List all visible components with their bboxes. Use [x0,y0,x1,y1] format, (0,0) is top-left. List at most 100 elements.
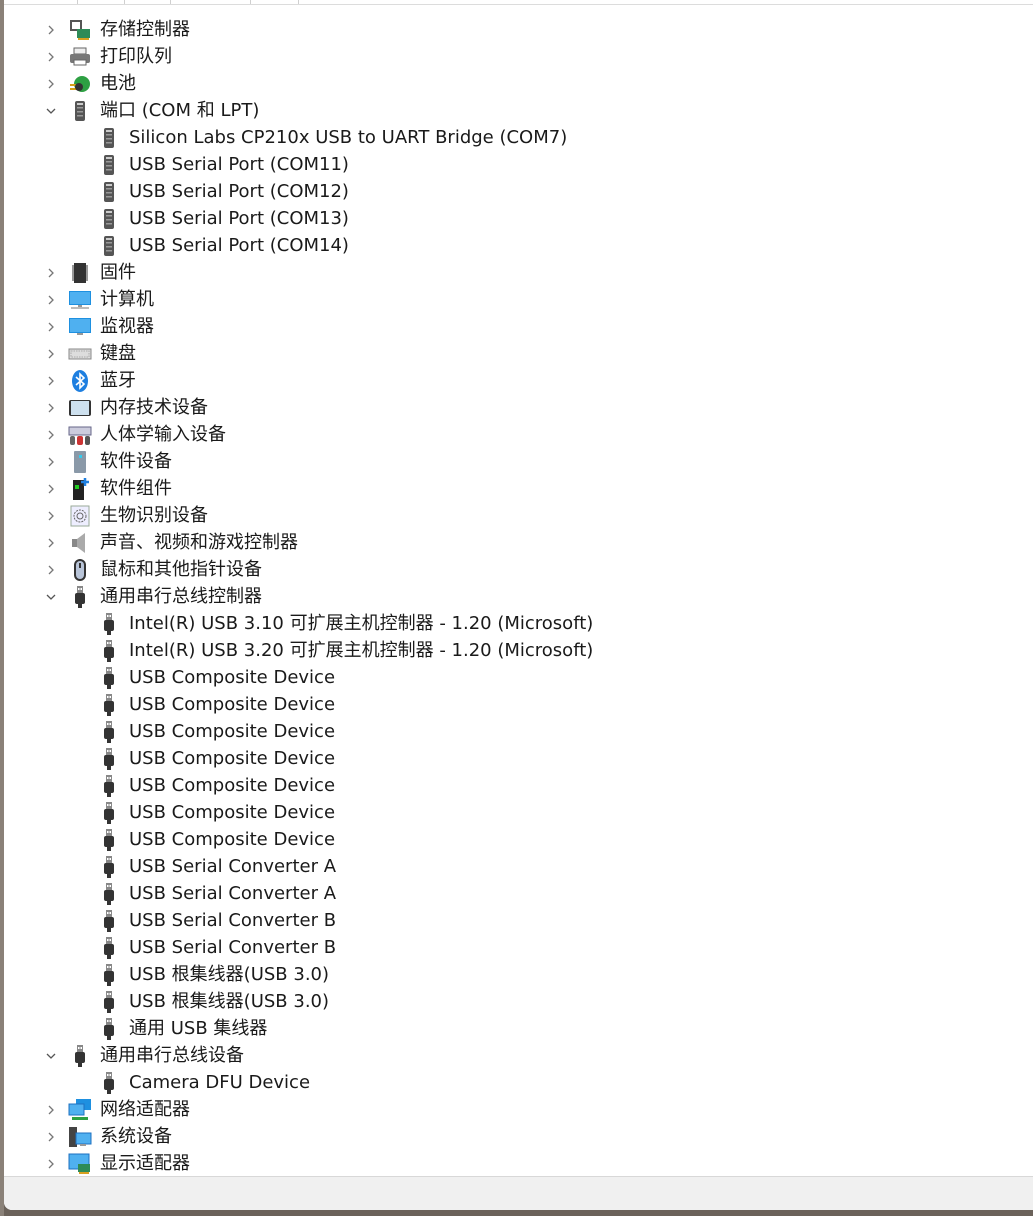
tree-item-label[interactable]: 软件设备 [100,451,172,473]
tree-device[interactable]: USB Serial Port (COM13) [4,206,1033,233]
tree-category[interactable]: 声音、视频和游戏控制器 [4,530,1033,557]
tree-item-label[interactable]: USB Composite Device [129,667,335,689]
tree-item-label[interactable]: USB Composite Device [129,694,335,716]
tree-device[interactable]: Intel(R) USB 3.10 可扩展主机控制器 - 1.20 (Micro… [4,611,1033,638]
tree-item-label[interactable]: 人体学输入设备 [100,424,226,446]
tree-item-label[interactable]: USB 根集线器(USB 3.0) [129,991,329,1013]
chevron-right-icon[interactable] [44,563,58,577]
tree-item-label[interactable]: USB Serial Port (COM12) [129,181,349,203]
chevron-right-icon[interactable] [44,50,58,64]
tree-device[interactable]: USB Composite Device [4,827,1033,854]
tree-device[interactable]: USB Composite Device [4,800,1033,827]
tree-category[interactable]: 端口 (COM 和 LPT) [4,98,1033,125]
chevron-right-icon[interactable] [44,77,58,91]
tree-category[interactable]: 网络适配器 [4,1097,1033,1124]
tree-item-label[interactable]: USB Serial Port (COM11) [129,154,349,176]
tree-device[interactable]: 通用 USB 集线器 [4,1016,1033,1043]
tree-item-label[interactable]: Intel(R) USB 3.10 可扩展主机控制器 - 1.20 (Micro… [129,613,593,635]
tree-item-label[interactable]: USB Serial Port (COM14) [129,235,349,257]
tree-device[interactable]: USB Serial Port (COM14) [4,233,1033,260]
chevron-right-icon[interactable] [44,347,58,361]
chevron-right-icon[interactable] [44,320,58,334]
chevron-right-icon[interactable] [44,482,58,496]
tree-category[interactable]: 蓝牙 [4,368,1033,395]
tree-category[interactable]: 固件 [4,260,1033,287]
tree-device[interactable]: USB 根集线器(USB 3.0) [4,962,1033,989]
tree-device[interactable]: USB Serial Converter A [4,881,1033,908]
tree-device[interactable]: Intel(R) USB 3.20 可扩展主机控制器 - 1.20 (Micro… [4,638,1033,665]
tree-item-label[interactable]: 端口 (COM 和 LPT) [100,100,259,122]
tree-item-label[interactable]: USB Composite Device [129,721,335,743]
tree-item-label[interactable]: 系统设备 [100,1126,172,1148]
chevron-right-icon[interactable] [44,23,58,37]
tree-item-label[interactable]: 显示适配器 [100,1153,190,1175]
tree-device[interactable]: USB Serial Converter A [4,854,1033,881]
tree-category[interactable]: 计算机 [4,287,1033,314]
tree-item-label[interactable]: USB Composite Device [129,802,335,824]
tree-device[interactable]: USB Composite Device [4,719,1033,746]
chevron-right-icon[interactable] [44,428,58,442]
tree-category[interactable]: 显示适配器 [4,1151,1033,1178]
tree-category[interactable]: 软件组件 [4,476,1033,503]
tree-item-label[interactable]: USB Serial Converter A [129,883,336,905]
tree-item-label[interactable]: USB Serial Port (COM13) [129,208,349,230]
tree-item-label[interactable]: USB Serial Converter B [129,937,336,959]
tree-category[interactable]: 通用串行总线控制器 [4,584,1033,611]
chevron-right-icon[interactable] [44,1130,58,1144]
chevron-right-icon[interactable] [44,536,58,550]
tree-item-label[interactable]: 通用 USB 集线器 [129,1018,267,1040]
chevron-right-icon[interactable] [44,509,58,523]
column-divider[interactable] [77,0,78,4]
tree-category[interactable]: 监视器 [4,314,1033,341]
chevron-right-icon[interactable] [44,293,58,307]
tree-category[interactable]: 键盘 [4,341,1033,368]
tree-item-label[interactable]: USB Composite Device [129,775,335,797]
tree-category[interactable]: 系统设备 [4,1124,1033,1151]
tree-category[interactable]: 存储控制器 [4,17,1033,44]
tree-category[interactable]: 人体学输入设备 [4,422,1033,449]
tree-category[interactable]: 通用串行总线设备 [4,1043,1033,1070]
column-divider[interactable] [298,0,299,4]
tree-item-label[interactable]: 固件 [100,262,136,284]
tree-category[interactable]: 内存技术设备 [4,395,1033,422]
tree-device[interactable]: Camera DFU Device [4,1070,1033,1097]
tree-device[interactable]: USB 根集线器(USB 3.0) [4,989,1033,1016]
tree-item-label[interactable]: 网络适配器 [100,1099,190,1121]
tree-item-label[interactable]: 计算机 [100,289,154,311]
tree-device[interactable]: USB Composite Device [4,773,1033,800]
tree-category[interactable]: 打印队列 [4,44,1033,71]
tree-device[interactable]: USB Serial Converter B [4,908,1033,935]
chevron-right-icon[interactable] [44,1157,58,1171]
tree-category[interactable]: 生物识别设备 [4,503,1033,530]
tree-item-label[interactable]: USB Serial Converter A [129,856,336,878]
tree-item-label[interactable]: 监视器 [100,316,154,338]
tree-item-label[interactable]: 生物识别设备 [100,505,208,527]
tree-item-label[interactable]: 内存技术设备 [100,397,208,419]
tree-device[interactable]: USB Composite Device [4,665,1033,692]
chevron-down-icon[interactable] [44,1049,58,1063]
chevron-right-icon[interactable] [44,1103,58,1117]
tree-item-label[interactable]: USB Serial Converter B [129,910,336,932]
tree-item-label[interactable]: 软件组件 [100,478,172,500]
tree-item-label[interactable]: Intel(R) USB 3.20 可扩展主机控制器 - 1.20 (Micro… [129,640,593,662]
tree-item-label[interactable]: 通用串行总线设备 [100,1045,244,1067]
tree-category[interactable]: 软件设备 [4,449,1033,476]
tree-item-label[interactable]: 鼠标和其他指针设备 [100,559,262,581]
tree-device[interactable]: USB Composite Device [4,746,1033,773]
chevron-right-icon[interactable] [44,401,58,415]
tree-device[interactable]: Silicon Labs CP210x USB to UART Bridge (… [4,125,1033,152]
tree-item-label[interactable]: USB Composite Device [129,748,335,770]
chevron-right-icon[interactable] [44,266,58,280]
chevron-right-icon[interactable] [44,455,58,469]
tree-device[interactable]: USB Composite Device [4,692,1033,719]
tree-item-label[interactable]: 键盘 [100,343,136,365]
chevron-down-icon[interactable] [44,104,58,118]
tree-item-label[interactable]: 电池 [100,73,136,95]
column-divider[interactable] [170,0,171,4]
tree-device[interactable]: USB Serial Converter B [4,935,1033,962]
chevron-right-icon[interactable] [44,374,58,388]
tree-device[interactable]: USB Serial Port (COM12) [4,179,1033,206]
tree-device[interactable]: USB Serial Port (COM11) [4,152,1033,179]
tree-item-label[interactable]: 蓝牙 [100,370,136,392]
tree-category[interactable]: 电池 [4,71,1033,98]
